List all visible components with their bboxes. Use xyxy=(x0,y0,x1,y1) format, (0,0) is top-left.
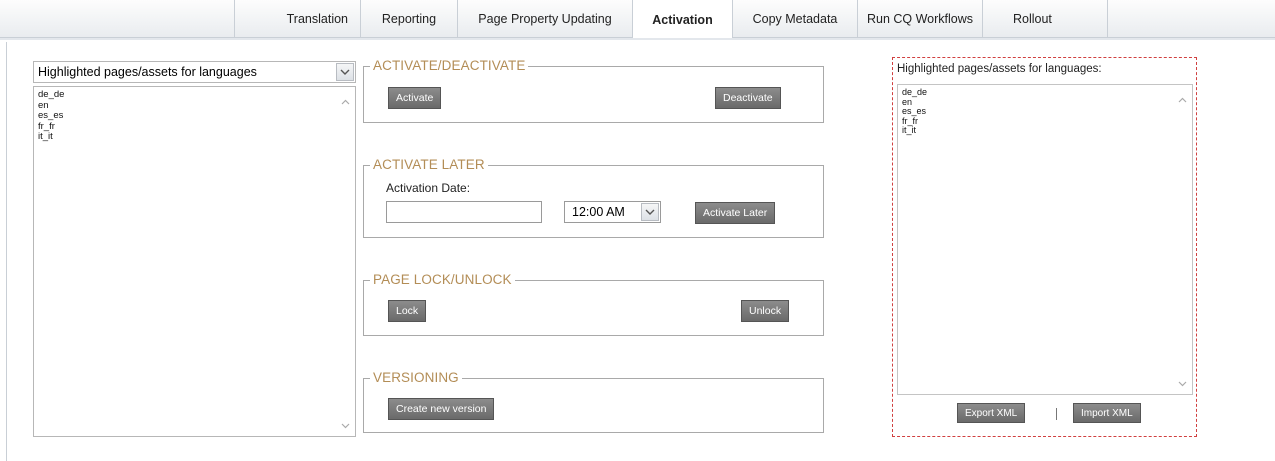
right-panel-label: Highlighted pages/assets for languages: xyxy=(897,63,1102,75)
chevron-down-icon[interactable] xyxy=(641,203,659,221)
list-item[interactable]: fr_fr xyxy=(902,116,1192,127)
language-list[interactable]: de_de en es_es fr_fr it_it xyxy=(33,86,356,437)
page-lock-legend: PAGE LOCK/UNLOCK xyxy=(370,272,515,287)
language-filter-select[interactable]: Highlighted pages/assets for languages xyxy=(33,61,356,83)
list-item[interactable]: en xyxy=(38,100,355,112)
import-xml-button[interactable]: Import XML xyxy=(1073,403,1141,423)
versioning-legend: VERSIONING xyxy=(370,370,462,385)
unlock-button[interactable]: Unlock xyxy=(741,300,790,322)
tab-rollout[interactable]: Rollout xyxy=(983,0,1108,38)
list-item[interactable]: es_es xyxy=(38,110,355,122)
chevron-up-icon[interactable] xyxy=(341,94,350,108)
right-language-list[interactable]: de_de en es_es fr_fr it_it xyxy=(897,84,1193,395)
activation-time-select[interactable]: 12:00 AM xyxy=(564,201,661,223)
lock-button[interactable]: Lock xyxy=(388,300,427,322)
tab-bar: Translation Reporting Page Property Upda… xyxy=(0,0,1275,40)
chevron-up-icon[interactable] xyxy=(1178,92,1187,106)
language-filter-value: Highlighted pages/assets for languages xyxy=(38,65,257,79)
activate-deactivate-group: ACTIVATE/DEACTIVATE Activate Deactivate xyxy=(363,58,824,123)
import-export-panel: Highlighted pages/assets for languages: … xyxy=(892,57,1197,437)
activation-date-label: Activation Date: xyxy=(386,181,471,195)
list-item[interactable]: de_de xyxy=(38,89,355,101)
list-item[interactable]: it_it xyxy=(902,126,1192,136)
chevron-down-icon[interactable] xyxy=(341,418,350,432)
list-item[interactable]: it_it xyxy=(38,131,355,143)
activation-date-input[interactable] xyxy=(386,201,542,223)
list-item[interactable]: es_es xyxy=(902,107,1192,117)
tab-run-cq-workflows[interactable]: Run CQ Workflows xyxy=(858,0,983,38)
tab-list: Translation Reporting Page Property Upda… xyxy=(236,0,1108,39)
tab-page-property-updating[interactable]: Page Property Updating xyxy=(458,0,633,38)
versioning-group: VERSIONING Create new version xyxy=(363,370,824,433)
activate-button[interactable]: Activate xyxy=(388,87,442,109)
deactivate-button[interactable]: Deactivate xyxy=(715,87,781,109)
page-lock-group: PAGE LOCK/UNLOCK Lock Unlock xyxy=(363,272,824,336)
button-separator xyxy=(1056,408,1057,420)
language-list-items: de_de en es_es fr_fr it_it xyxy=(34,87,355,143)
list-item[interactable]: de_de xyxy=(902,87,1192,98)
export-xml-button[interactable]: Export XML xyxy=(957,403,1026,423)
activate-later-legend: ACTIVATE LATER xyxy=(370,157,488,172)
activation-time-value: 12:00 AM xyxy=(572,205,625,219)
tab-bar-spacer xyxy=(6,0,235,38)
activate-later-group: ACTIVATE LATER Activation Date: 12:00 AM… xyxy=(363,157,824,238)
chevron-down-icon[interactable] xyxy=(336,63,354,81)
list-item[interactable]: en xyxy=(902,97,1192,108)
tab-copy-metadata[interactable]: Copy Metadata xyxy=(733,0,858,38)
tab-activation[interactable]: Activation xyxy=(633,0,733,39)
tab-translation[interactable]: Translation xyxy=(236,0,361,38)
right-language-list-items: de_de en es_es fr_fr it_it xyxy=(898,85,1192,136)
list-item[interactable]: fr_fr xyxy=(38,121,355,133)
chevron-down-icon[interactable] xyxy=(1178,376,1187,390)
tab-reporting[interactable]: Reporting xyxy=(361,0,458,38)
create-new-version-button[interactable]: Create new version xyxy=(388,398,495,420)
activate-later-button[interactable]: Activate Later xyxy=(695,202,776,224)
activate-deactivate-legend: ACTIVATE/DEACTIVATE xyxy=(370,58,529,73)
